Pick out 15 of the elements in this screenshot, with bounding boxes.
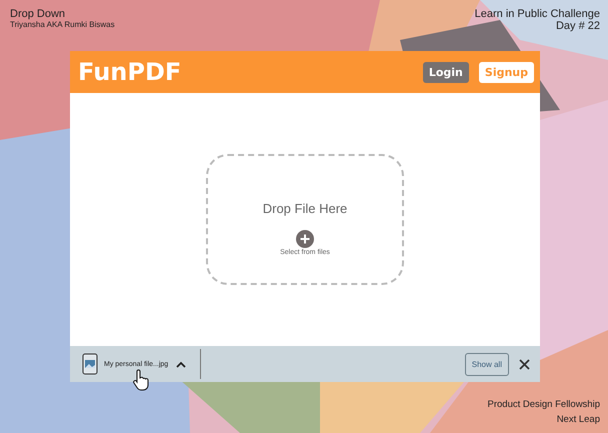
caption-title: Drop Down (10, 8, 66, 20)
drop-zone-title: Drop File Here (262, 201, 348, 216)
close-icon[interactable] (519, 358, 530, 370)
show-all-button[interactable]: Show all (464, 352, 509, 376)
author-name: Triyansha AKA Rumki Biswas (10, 20, 115, 29)
image-file-icon (82, 353, 98, 375)
header-button[interactable]: Login (422, 62, 469, 82)
organization-name: Next Leap (556, 414, 600, 425)
add-icon[interactable] (296, 230, 314, 248)
program-name: Product Design Fellowship (488, 399, 600, 410)
hand-cursor-icon (132, 369, 150, 391)
logo: FunPDF (78, 58, 182, 86)
challenge-title: Learn in Public Challenge (474, 8, 600, 20)
day-label: Day # 22 (556, 20, 600, 32)
caret-icon (176, 360, 186, 368)
